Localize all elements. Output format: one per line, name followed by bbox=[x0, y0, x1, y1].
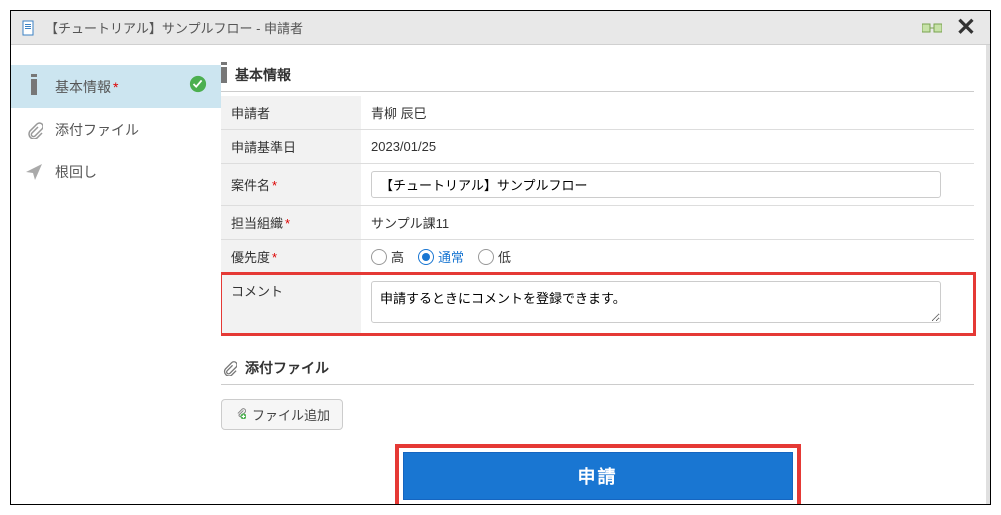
section-title: 添付ファイル bbox=[245, 358, 329, 378]
submit-button[interactable]: 申請 bbox=[403, 452, 793, 500]
subject-input[interactable] bbox=[371, 171, 941, 198]
add-file-label: ファイル追加 bbox=[252, 405, 330, 424]
info-icon bbox=[221, 67, 227, 83]
row-org: 担当組織* サンプル課11 bbox=[221, 206, 974, 240]
priority-high[interactable]: 高 bbox=[371, 247, 404, 266]
sidebar-item-label: 基本情報 bbox=[55, 77, 111, 97]
section-title: 基本情報 bbox=[235, 65, 291, 85]
paper-plane-icon bbox=[25, 163, 43, 181]
sidebar-item-label: 根回し bbox=[55, 162, 97, 182]
value-org: サンプル課11 bbox=[361, 206, 974, 240]
add-file-button[interactable]: ファイル追加 bbox=[221, 399, 343, 430]
document-icon bbox=[21, 20, 37, 36]
label-applicant: 申請者 bbox=[221, 96, 361, 130]
dialog-window: 【チュートリアル】サンプルフロー - 申請者 ✕ 基本情報 * 添付ファイ bbox=[10, 10, 991, 505]
submit-area: 申請 bbox=[221, 444, 974, 504]
submit-highlight: 申請 bbox=[395, 444, 801, 504]
priority-low[interactable]: 低 bbox=[478, 247, 511, 266]
flow-node-icon[interactable] bbox=[922, 20, 942, 36]
row-applicant: 申請者 青柳 辰巳 bbox=[221, 96, 974, 130]
priority-radio-group: 高 通常 低 bbox=[371, 247, 964, 266]
titlebar: 【チュートリアル】サンプルフロー - 申請者 ✕ bbox=[11, 11, 990, 45]
row-base-date: 申請基準日 2023/01/25 bbox=[221, 130, 974, 164]
close-icon[interactable]: ✕ bbox=[952, 16, 980, 40]
content: 基本情報 * 添付ファイル 根回し 基 bbox=[11, 45, 990, 504]
check-circle-icon bbox=[189, 75, 207, 98]
row-comment: コメント bbox=[221, 274, 974, 334]
value-base-date: 2023/01/25 bbox=[361, 130, 974, 164]
label-base-date: 申請基準日 bbox=[221, 130, 361, 164]
sidebar: 基本情報 * 添付ファイル 根回し bbox=[11, 45, 221, 504]
paperclip-icon bbox=[25, 121, 43, 139]
value-applicant: 青柳 辰巳 bbox=[361, 96, 974, 130]
paperclip-icon bbox=[221, 360, 237, 376]
priority-normal[interactable]: 通常 bbox=[418, 247, 464, 266]
label-org: 担当組織* bbox=[221, 206, 361, 240]
row-priority: 優先度* 高 通常 bbox=[221, 240, 974, 274]
sidebar-item-nemawashi[interactable]: 根回し bbox=[11, 152, 221, 192]
basic-info-table: 申請者 青柳 辰巳 申請基準日 2023/01/25 案件名* 担当組織* サン… bbox=[221, 96, 974, 334]
sidebar-item-basic-info[interactable]: 基本情報 * bbox=[11, 65, 221, 108]
required-mark: * bbox=[113, 79, 118, 95]
main-panel: 基本情報 申請者 青柳 辰巳 申請基準日 2023/01/25 案件名* 担当組… bbox=[221, 45, 990, 504]
add-file-plus-icon bbox=[234, 407, 246, 422]
row-subject: 案件名* bbox=[221, 164, 974, 206]
section-header-basic-info: 基本情報 bbox=[221, 65, 974, 92]
label-priority: 優先度* bbox=[221, 240, 361, 274]
sidebar-item-label: 添付ファイル bbox=[55, 120, 139, 140]
attachment-section: 添付ファイル ファイル追加 bbox=[221, 358, 974, 430]
comment-textarea[interactable] bbox=[371, 281, 941, 323]
titlebar-title: 【チュートリアル】サンプルフロー - 申請者 bbox=[45, 18, 922, 37]
label-subject: 案件名* bbox=[221, 164, 361, 206]
sidebar-item-attachment[interactable]: 添付ファイル bbox=[11, 110, 221, 150]
section-header-attachment: 添付ファイル bbox=[221, 358, 974, 385]
label-comment: コメント bbox=[221, 274, 361, 334]
info-icon bbox=[25, 78, 43, 96]
